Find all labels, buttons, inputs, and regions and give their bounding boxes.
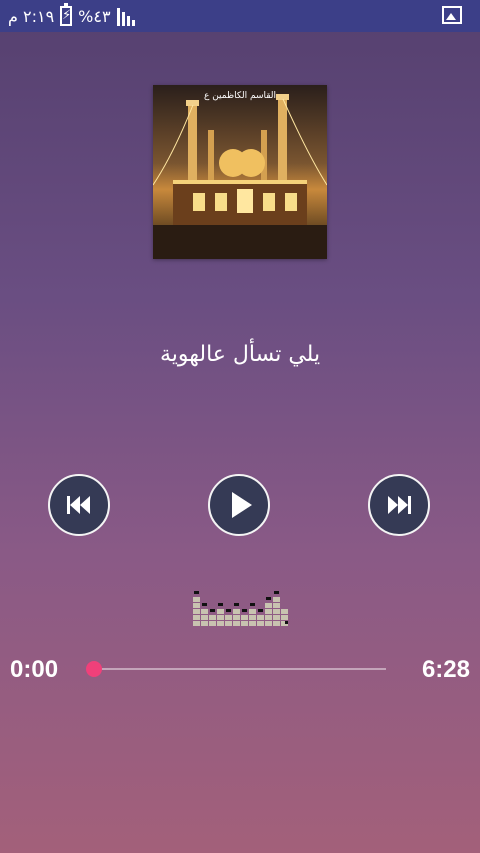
seek-track[interactable] [94, 668, 386, 670]
equalizer-cell [209, 615, 216, 620]
equalizer-cell [201, 609, 208, 614]
play-button[interactable] [208, 474, 270, 536]
equalizer-cell [265, 603, 272, 608]
equalizer-cell [265, 609, 272, 614]
equalizer-cell [209, 621, 216, 626]
track-title: يلي تسأل عالهوية [159, 342, 321, 367]
play-icon [232, 492, 252, 518]
previous-button[interactable] [48, 474, 110, 536]
equalizer-cell [233, 615, 240, 620]
equalizer-cell [281, 615, 288, 620]
next-button[interactable] [368, 474, 430, 536]
equalizer-cell [233, 609, 240, 614]
equalizer-peak [234, 603, 239, 606]
equalizer-peak [258, 609, 263, 612]
signal-icon [116, 6, 139, 26]
equalizer-cell [249, 615, 256, 620]
equalizer-cell [281, 609, 288, 614]
equalizer-cell [233, 621, 240, 626]
equalizer-cell [193, 615, 200, 620]
equalizer-cell [249, 621, 256, 626]
clock: ٢:١٩ م [8, 6, 55, 26]
previous-icon [67, 496, 90, 514]
equalizer-cell [217, 609, 224, 614]
time-total: 6:28 [421, 656, 470, 683]
equalizer-cell [217, 621, 224, 626]
equalizer-cell [241, 615, 248, 620]
equalizer-cell [249, 609, 256, 614]
equalizer-bars [193, 591, 289, 626]
equalizer-peak [285, 621, 289, 624]
equalizer-peak [266, 597, 271, 600]
equalizer-cell [193, 609, 200, 614]
equalizer-peak [242, 609, 247, 612]
equalizer-cell [225, 621, 232, 626]
status-left: ٢:١٩ م ⚡ %٤٣ [8, 3, 139, 28]
seek-thumb[interactable] [86, 661, 102, 677]
equalizer-cell [273, 609, 280, 614]
cover-caption: القاسم الكاظمين ع [203, 91, 277, 101]
equalizer-cell [193, 597, 200, 602]
battery-percent: %٤٣ [78, 6, 111, 26]
equalizer-peak [202, 603, 207, 606]
equalizer-cell [225, 615, 232, 620]
album-cover: القاسم الكاظمين ع [153, 85, 327, 259]
equalizer-cell [273, 615, 280, 620]
equalizer-cell [257, 615, 264, 620]
equalizer-peak [226, 609, 231, 612]
equalizer-cell [273, 597, 280, 602]
equalizer-cell [193, 603, 200, 608]
equalizer-cell [193, 621, 200, 626]
gallery-icon [442, 6, 462, 24]
equalizer-cell [257, 621, 264, 626]
equalizer-cell [265, 615, 272, 620]
equalizer-cell [241, 621, 248, 626]
equalizer-cell [273, 603, 280, 608]
battery-charging-icon: ⚡ [60, 3, 73, 26]
equalizer-cell [273, 621, 280, 626]
equalizer-peak [250, 603, 255, 606]
shrine-image [153, 85, 327, 259]
equalizer-cell [201, 621, 208, 626]
equalizer-cell [265, 621, 272, 626]
equalizer-peak [210, 609, 215, 612]
equalizer-visualizer [193, 588, 289, 628]
equalizer-cell [201, 615, 208, 620]
equalizer-peak [218, 603, 223, 606]
status-bar: ٢:١٩ م ⚡ %٤٣ [0, 0, 480, 32]
equalizer-cell [217, 615, 224, 620]
equalizer-peak [274, 591, 279, 594]
equalizer-peak [194, 591, 199, 594]
time-current: 0:00 [10, 656, 59, 683]
next-icon [388, 496, 411, 514]
